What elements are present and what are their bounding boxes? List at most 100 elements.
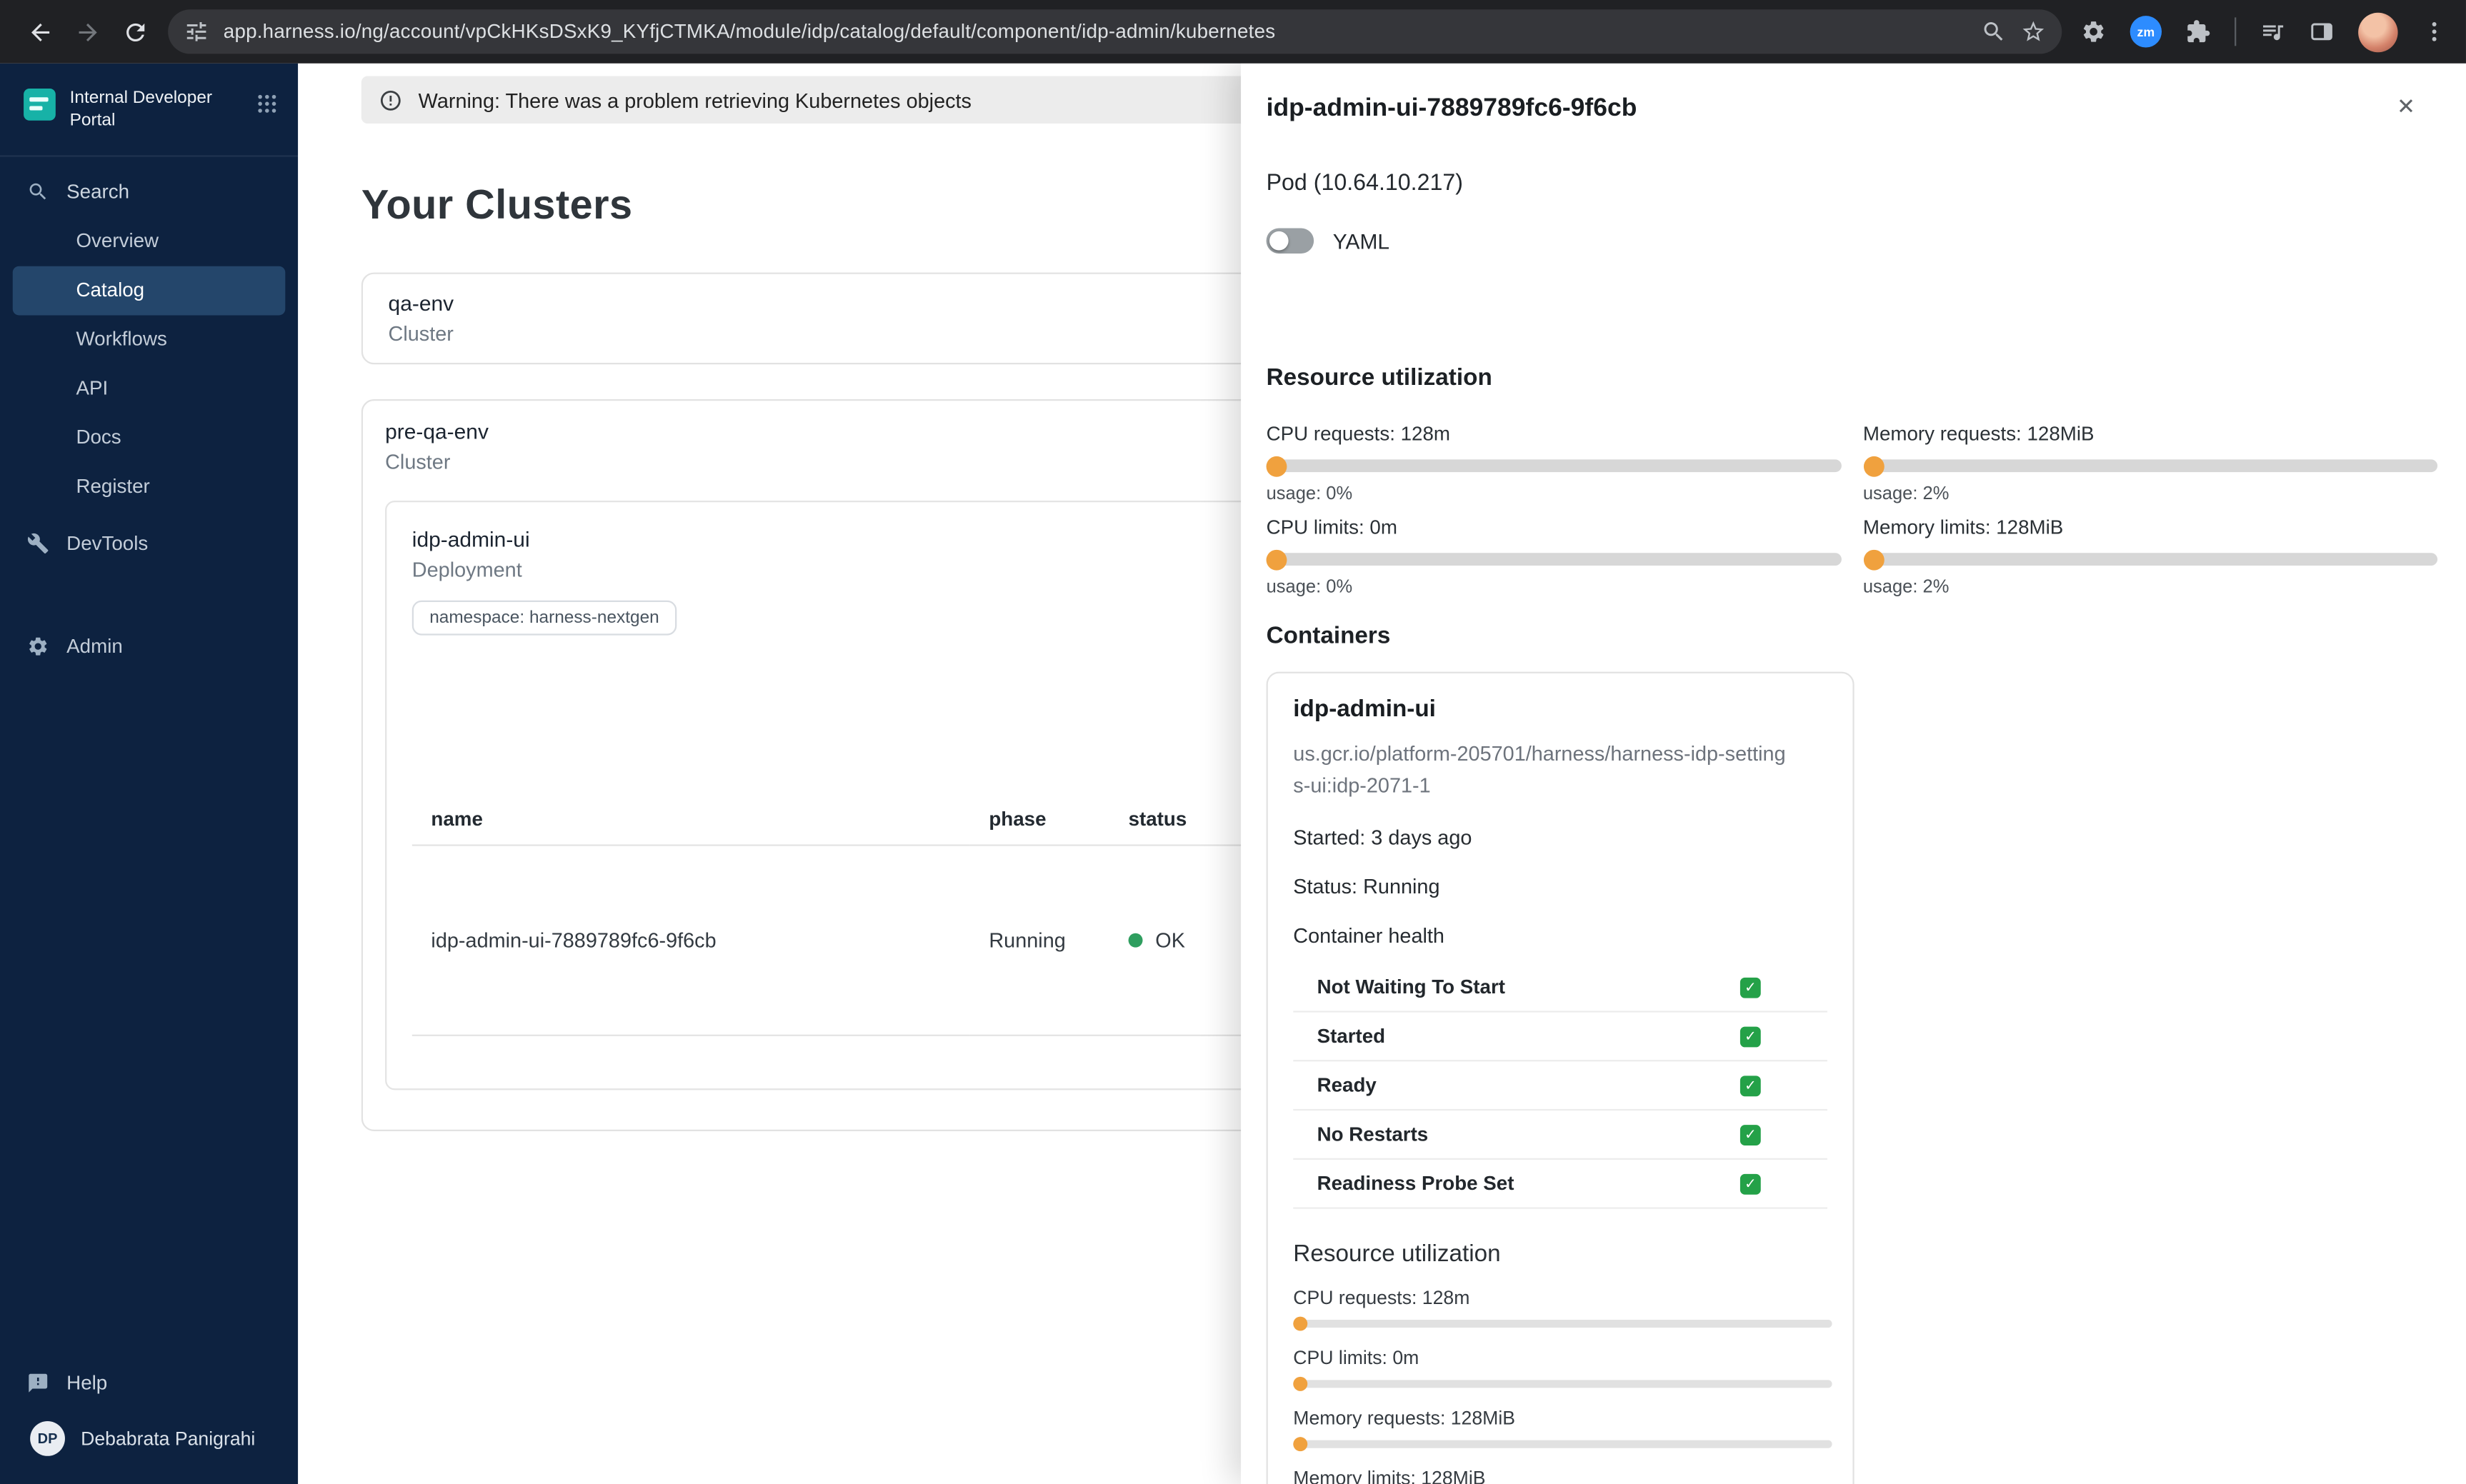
sidebar-item-admin[interactable]: Admin [0,622,298,671]
progress-knob [1293,1437,1308,1452]
forward-button[interactable] [64,8,111,56]
progress-knob [1862,548,1884,570]
search-icon [29,182,46,199]
yaml-toggle-row: YAML [1266,228,2437,254]
sidebar-user[interactable]: DP Debabrata Panigrahi [0,1408,298,1472]
container-metric-memory-limits: Memory limits: 128MiB [1293,1467,1486,1484]
metric-cpu-limits: CPU limits: 0m usage: 0% [1266,516,1841,597]
user-name: Debabrata Panigrahi [81,1427,256,1450]
check-icon: ✓ [1739,1173,1761,1194]
container-started: Started: 3 days ago [1293,825,1472,850]
warning-icon [380,89,401,110]
toolbar-separator [2235,17,2237,46]
sidebar-item-catalog[interactable]: Catalog [12,265,286,315]
progress-knob [1266,455,1287,476]
sidebar-item-docs[interactable]: Docs [0,413,298,462]
check-icon: ✓ [1739,976,1761,998]
namespace-chip: namespace: harness-nextgen [411,600,677,636]
media-controls-icon[interactable] [2260,19,2285,44]
zoom-extension-icon[interactable]: zm [2130,16,2162,48]
sidebar-item-overview[interactable]: Overview [0,216,298,266]
check-icon: ✓ [1739,1026,1761,1047]
container-name: idp-admin-ui [1293,695,1436,723]
check-icon: ✓ [1739,1075,1761,1096]
status-ok-label: OK [1155,928,1185,953]
extensions-puzzle-icon[interactable] [2185,19,2210,44]
resource-utilization-heading: Resource utilization [1266,364,1492,391]
progress-bar [1293,1316,1832,1331]
help-bubble-icon [29,1373,48,1392]
health-row: No Restarts ✓ [1293,1111,1827,1160]
container-card: idp-admin-ui us.gcr.io/platform-205701/h… [1266,671,1855,1484]
progress-bar [1266,548,1841,570]
reload-button[interactable] [111,8,159,56]
idp-logo-icon [22,87,57,122]
search-lens-icon[interactable] [1981,19,2006,44]
container-health-list: Not Waiting To Start ✓ Started ✓ Ready ✓… [1293,963,1827,1209]
site-info-tune-icon[interactable] [184,19,209,44]
sidebar-item-help[interactable]: Help [0,1358,298,1408]
progress-bar [1293,1437,1832,1452]
drawer-title: idp-admin-ui-7889789fc6-9f6cb [1266,95,1637,122]
pod-phase-cell: Running [969,845,1109,1036]
back-button[interactable] [16,8,64,56]
side-panel-icon[interactable] [2309,19,2334,44]
health-row: Not Waiting To Start ✓ [1293,963,1827,1013]
container-image: us.gcr.io/platform-205701/harness/harnes… [1293,741,1786,796]
wrench-icon [27,533,49,554]
yaml-toggle-switch[interactable] [1266,228,1314,254]
pod-name-cell[interactable]: idp-admin-ui-7889789fc6-9f6cb [411,845,970,1036]
progress-bar [1862,455,2438,476]
health-row: Started ✓ [1293,1013,1827,1062]
pod-details-drawer: ✕ idp-admin-ui-7889789fc6-9f6cb Pod (10.… [1241,63,2466,1484]
progress-knob [1293,1376,1308,1391]
sidebar-item-api[interactable]: API [0,364,298,413]
progress-knob [1293,1316,1308,1331]
url-bar[interactable]: app.harness.io/ng/account/vpCkHKsDSxK9_K… [168,9,2062,54]
column-header-phase: phase [969,793,1109,846]
metric-memory-requests: Memory requests: 128MiB usage: 2% [1862,423,2438,503]
container-status: Status: Running [1293,874,1440,898]
sidebar-item-workflows[interactable]: Workflows [0,315,298,364]
sidebar: Internal Developer Portal Search Overvie… [0,63,299,1484]
check-icon: ✓ [1739,1124,1761,1145]
sidebar-search-label: Search [66,180,130,203]
profile-avatar[interactable] [2358,11,2398,52]
sidebar-footer: Help DP Debabrata Panigrahi [0,1358,298,1484]
user-avatar: DP [30,1420,65,1456]
yaml-toggle-label: YAML [1332,229,1390,253]
toggle-knob [1269,231,1289,251]
metric-memory-limits: Memory limits: 128MiB usage: 2% [1862,516,2438,597]
settings-extension-icon[interactable] [2081,19,2106,44]
bookmark-star-icon[interactable] [2021,19,2046,44]
chrome-menu-kebab-icon[interactable] [2422,19,2447,44]
app-title: Internal Developer Portal [69,89,213,131]
container-metric-memory-requests: Memory requests: 128MiB [1293,1407,1832,1452]
sidebar-search[interactable]: Search [0,156,298,216]
close-drawer-icon[interactable]: ✕ [2397,95,2415,117]
health-row: Ready ✓ [1293,1061,1827,1111]
progress-bar [1293,1376,1832,1391]
metric-cpu-requests: CPU requests: 128m usage: 0% [1266,423,1841,503]
health-row: Readiness Probe Set ✓ [1293,1160,1827,1209]
apps-grid-icon[interactable] [255,92,279,124]
sidebar-item-devtools[interactable]: DevTools [0,519,298,568]
container-metric-cpu-requests: CPU requests: 128m [1293,1286,1832,1331]
containers-heading: Containers [1266,622,1391,650]
sidebar-item-register[interactable]: Register [0,462,298,511]
browser-toolbar: app.harness.io/ng/account/vpCkHKsDSxK9_K… [0,0,2466,64]
warning-text: Warning: There was a problem retrieving … [418,88,972,112]
gear-icon [29,637,47,656]
browser-actions: zm [2081,11,2450,52]
status-ok-dot-icon [1128,933,1143,948]
sidebar-nav: Overview Catalog Workflows API Docs Regi… [0,216,298,511]
container-metric-cpu-limits: CPU limits: 0m [1293,1347,1832,1391]
progress-knob [1266,548,1287,570]
url-text[interactable]: app.harness.io/ng/account/vpCkHKsDSxK9_K… [224,21,1967,43]
screen: app.harness.io/ng/account/vpCkHKsDSxK9_K… [0,0,2466,1484]
column-header-name: name [411,793,970,846]
pod-metrics-grid: CPU requests: 128m usage: 0% Memory requ… [1266,423,2438,597]
progress-bar [1862,548,2438,570]
progress-bar [1266,455,1841,476]
progress-knob [1862,455,1884,476]
